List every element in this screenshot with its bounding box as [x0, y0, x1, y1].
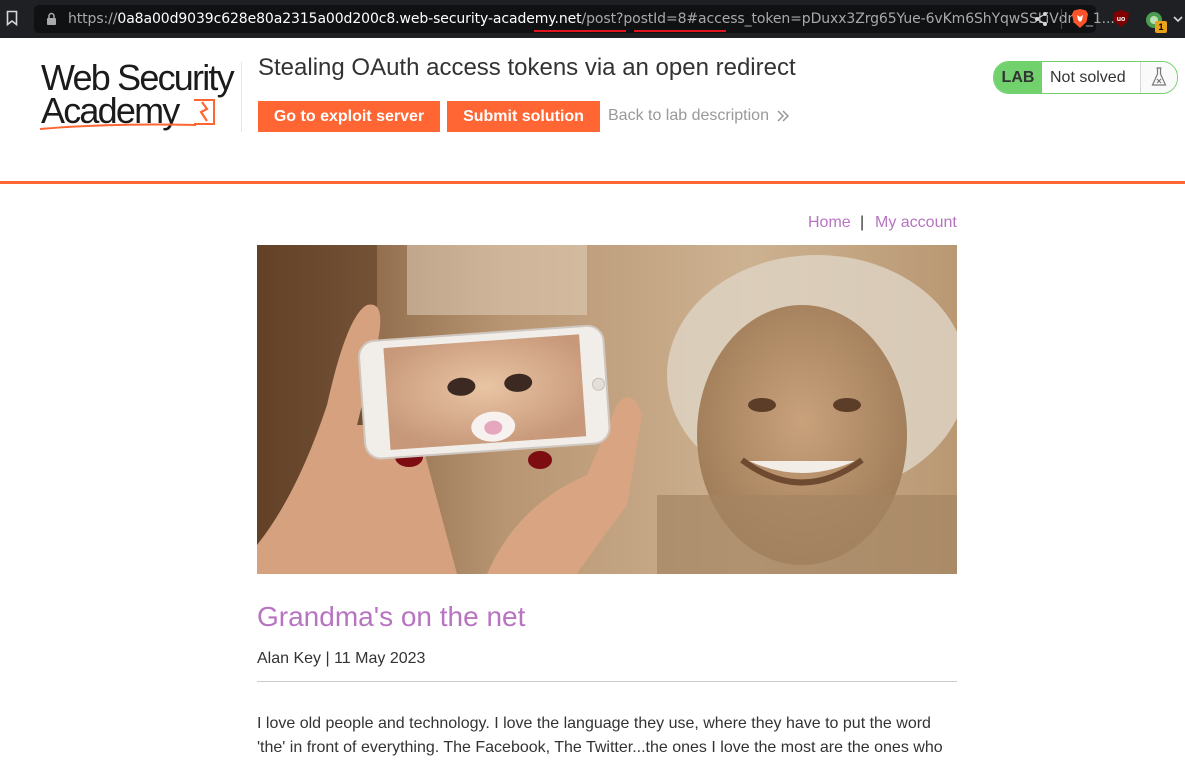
lab-title: Stealing OAuth access tokens via an open… — [258, 54, 796, 81]
url-host: 0a8a00d9039c628e80a2315a00d200c8.web-sec… — [117, 11, 582, 27]
lab-flask-container — [1140, 62, 1177, 93]
ublock-origin-icon[interactable]: uo — [1112, 9, 1130, 28]
lab-status-widget: LAB Not solved — [993, 61, 1178, 94]
extension-badge: 1 — [1155, 21, 1167, 33]
browser-toolbar: https://0a8a00d9039c628e80a2315a00d200c8… — [0, 0, 1185, 38]
flask-icon — [1151, 67, 1167, 86]
exploit-server-button[interactable]: Go to exploit server — [258, 101, 440, 132]
post-divider — [257, 681, 957, 682]
svg-text:uo: uo — [1117, 16, 1126, 23]
back-to-lab-description-link[interactable]: Back to lab description — [608, 107, 769, 125]
post-title: Grandma's on the net — [257, 601, 526, 632]
address-bar[interactable]: https://0a8a00d9039c628e80a2315a00d200c8… — [34, 5, 1115, 33]
bookmark-icon[interactable] — [6, 10, 18, 26]
url-text[interactable]: https://0a8a00d9039c628e80a2315a00d200c8… — [68, 11, 1115, 27]
header-rule — [0, 181, 1185, 184]
lab-status-text: Not solved — [1050, 69, 1126, 86]
logo-underline-swash — [39, 123, 197, 130]
submit-solution-button[interactable]: Submit solution — [447, 101, 600, 132]
nav-my-account-link[interactable]: My account — [875, 214, 957, 232]
lock-icon[interactable] — [46, 12, 57, 26]
nav-separator: | — [860, 214, 865, 231]
url-scheme: https:// — [68, 11, 118, 27]
web-security-academy-logo[interactable]: Web Security Academy — [38, 60, 238, 132]
url-underline-postid — [534, 30, 626, 32]
share-icon[interactable] — [1034, 11, 1048, 27]
lab-badge: LAB — [994, 62, 1042, 93]
url-underline-token — [634, 30, 726, 32]
double-chevron-right-icon[interactable] — [776, 110, 790, 122]
nav-home-link[interactable]: Home — [808, 214, 851, 232]
post-body: I love old people and technology. I love… — [257, 715, 943, 756]
address-bar-divider — [1061, 9, 1062, 29]
post-hero-image — [257, 245, 957, 574]
chevron-down-icon[interactable] — [1172, 13, 1184, 25]
brave-shield-icon[interactable] — [1071, 8, 1089, 29]
header-divider — [241, 62, 242, 132]
post-meta: Alan Key | 11 May 2023 — [257, 650, 426, 667]
